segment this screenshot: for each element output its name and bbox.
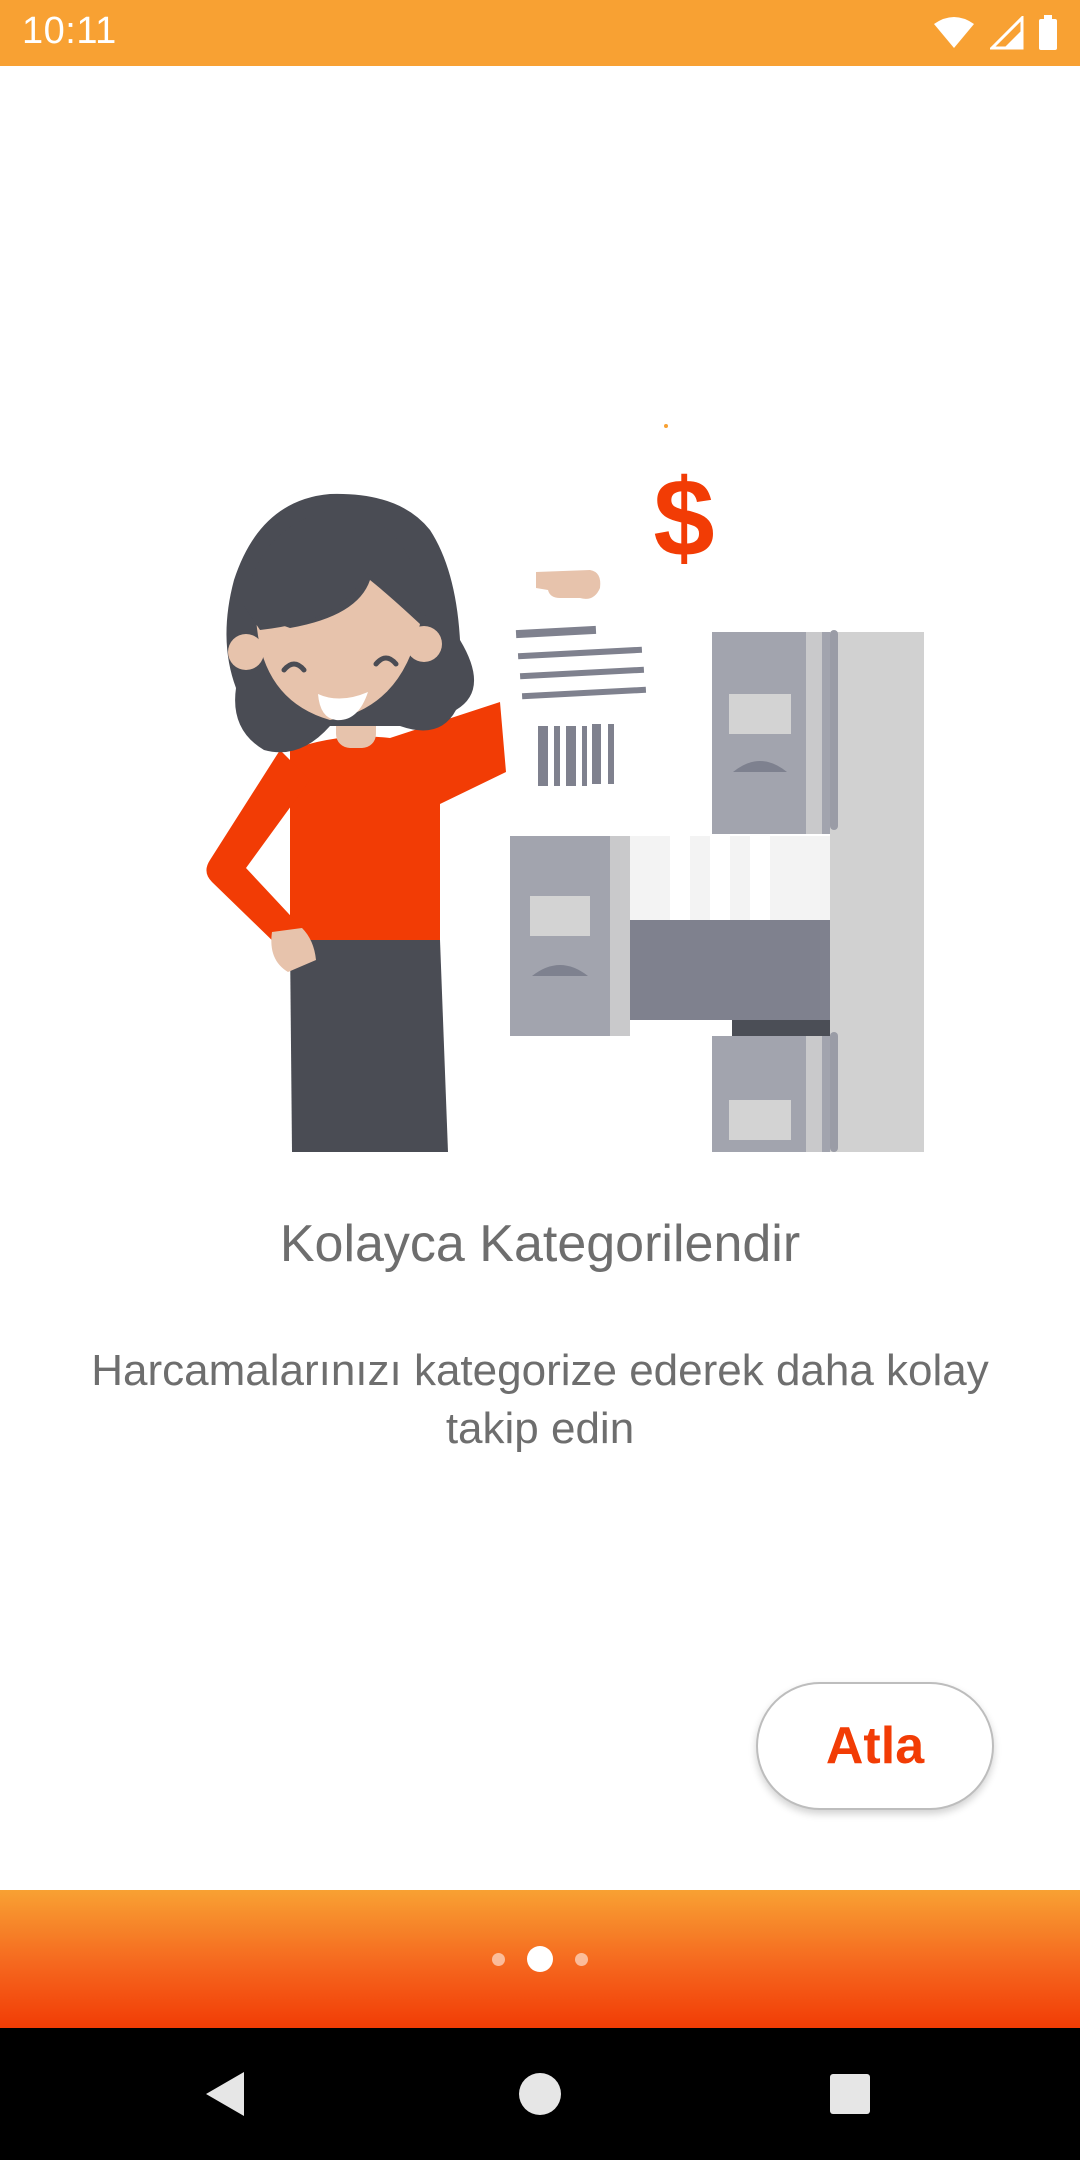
page-indicator: [0, 1890, 1080, 2028]
battery-icon: [1039, 15, 1057, 50]
page-dot-1[interactable]: [492, 1952, 505, 1966]
status-time: 10:11: [22, 10, 117, 52]
dollar-icon: $: [653, 457, 714, 580]
onboarding-illustration: $: [206, 424, 924, 1152]
wifi-icon: [934, 17, 974, 48]
woman-skirt: [290, 940, 448, 1152]
back-icon: [206, 2072, 244, 2116]
page-dot-3[interactable]: [575, 1952, 588, 1966]
signal-icon: [990, 16, 1024, 50]
woman-shirt: [290, 702, 506, 940]
home-icon: [519, 2073, 561, 2115]
recent-apps-icon: [830, 2074, 870, 2114]
floating-hand: [536, 570, 601, 599]
status-icons: [932, 14, 1058, 52]
receipt-icon: [515, 625, 647, 700]
onboarding-title: Kolayca Kategorilendir: [279, 1215, 801, 1273]
page-dot-2-active[interactable]: [527, 1946, 553, 1972]
barcode-icon: [538, 724, 614, 786]
skip-button[interactable]: Atla: [756, 1682, 994, 1810]
recent-apps-button[interactable]: [790, 2028, 910, 2160]
navigation-bar: [0, 2028, 1080, 2160]
bottom-bar: [0, 1890, 1080, 2028]
status-bar: 10:11: [0, 0, 1080, 66]
cabinet-side-panel: [830, 632, 924, 1152]
onboarding-subtitle: Harcamalarınızı kategorize ederek daha k…: [91, 1346, 989, 1453]
back-button[interactable]: [166, 2028, 286, 2160]
home-button[interactable]: [480, 2028, 600, 2160]
